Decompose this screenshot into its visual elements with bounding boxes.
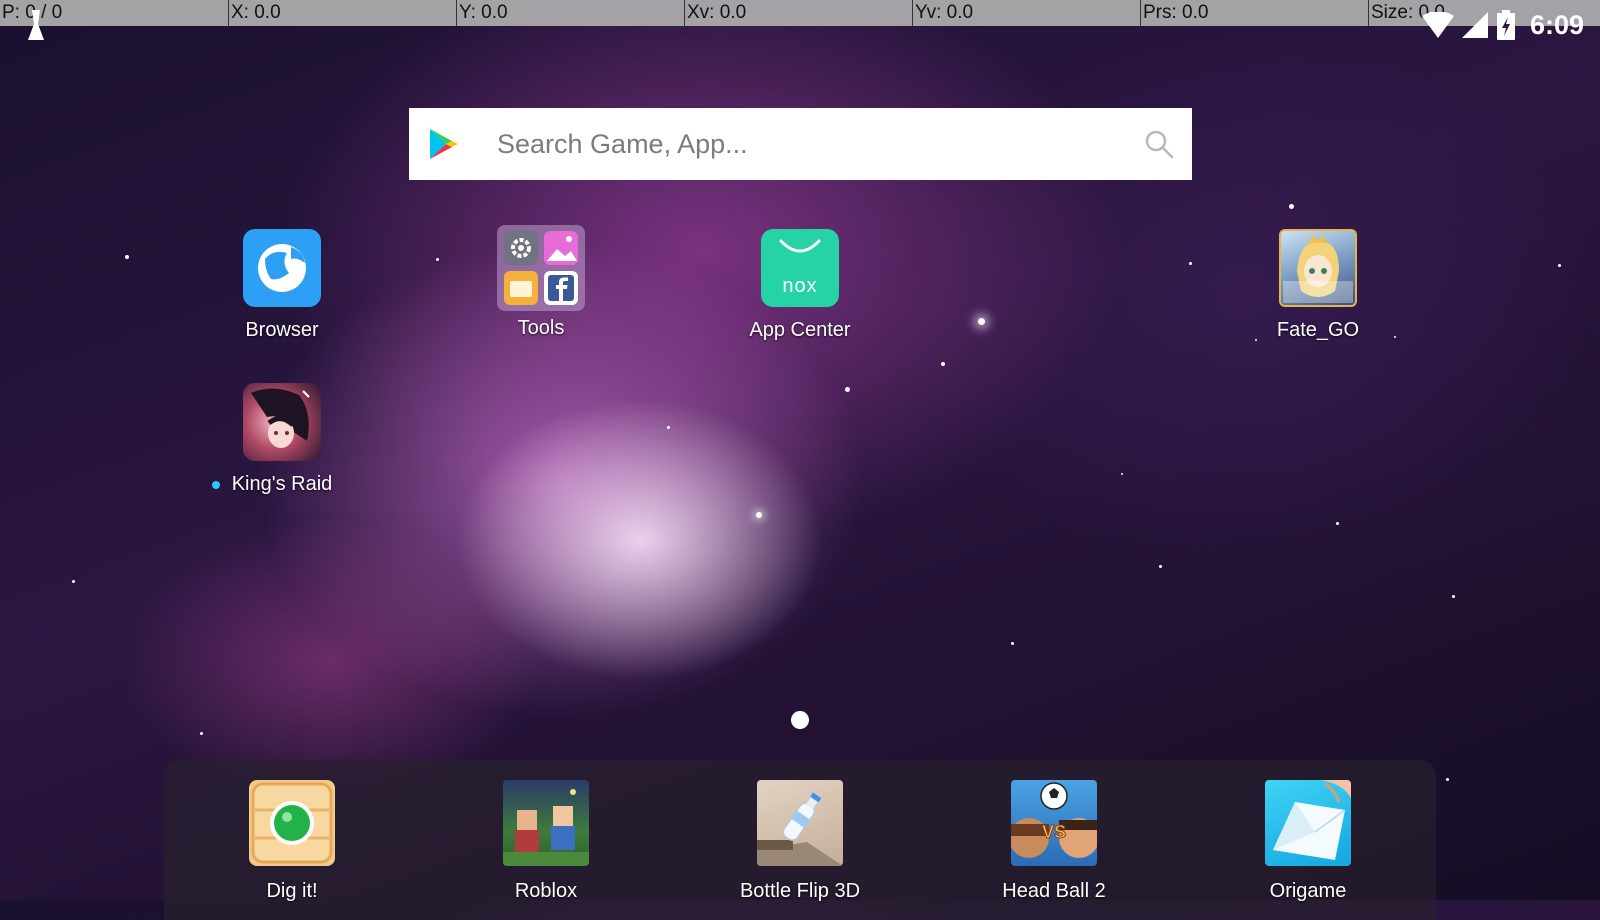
dock-app-roblox[interactable]: Roblox [446, 780, 646, 903]
app-app-center[interactable]: nox App Center [715, 229, 885, 342]
app-browser[interactable]: Browser [197, 229, 367, 342]
pointer-y-velocity: Yv: 0.0 [912, 0, 1140, 26]
file-manager-icon [504, 271, 538, 305]
status-bar: 6:09 [1421, 8, 1584, 42]
tools-folder-contents [504, 231, 578, 305]
gallery-icon [544, 231, 578, 265]
facebook-icon [544, 271, 578, 305]
wifi-icon [1421, 12, 1454, 38]
pointer-pressure: Prs: 0.0 [1140, 0, 1368, 26]
nox-logo-text: nox [782, 275, 818, 297]
origame-icon[interactable] [1265, 780, 1351, 866]
page-indicator-dot[interactable] [791, 711, 809, 729]
browser-icon[interactable] [243, 229, 321, 307]
app-tools-folder[interactable]: Tools [456, 225, 626, 340]
dock-app-bottle-flip[interactable]: Bottle Flip 3D [700, 780, 900, 903]
pointer-x: X: 0.0 [228, 0, 456, 26]
head-ball-icon[interactable]: VS [1011, 780, 1097, 866]
dig-it-icon[interactable] [249, 780, 335, 866]
pointer-x-velocity: Xv: 0.0 [684, 0, 912, 26]
app-label-kings-raid: King's Raid [211, 473, 333, 496]
app-kings-raid[interactable]: King's Raid [197, 383, 367, 496]
tools-folder-icon[interactable] [497, 225, 585, 311]
roblox-icon[interactable] [503, 780, 589, 866]
pointer-location-bar: P: 0 / 0 X: 0.0 Y: 0.0 Xv: 0.0 Yv: 0.0 P… [0, 0, 1600, 26]
app-label-browser: Browser [245, 319, 319, 341]
dock: Dig it! Roblox Bottle Flip 3D VS Head Ba… [164, 760, 1436, 920]
bottle-flip-icon[interactable] [757, 780, 843, 866]
nox-app-center-icon[interactable]: nox [761, 229, 839, 307]
settings-icon [504, 231, 538, 265]
touch-indicator-icon [28, 10, 44, 40]
battery-charging-icon [1496, 10, 1515, 40]
dock-app-origame[interactable]: Origame [1208, 780, 1408, 903]
signal-icon [1461, 12, 1488, 38]
dock-app-dig-it[interactable]: Dig it! [192, 780, 392, 903]
search-bar[interactable] [409, 108, 1192, 180]
status-time: 6:09 [1529, 9, 1584, 40]
pointer-y: Y: 0.0 [456, 0, 684, 26]
search-icon[interactable] [1144, 129, 1174, 159]
kings-raid-label-text: King's Raid [231, 473, 333, 495]
app-label-tools: Tools [517, 317, 565, 339]
svg-text:VS: VS [1042, 822, 1066, 842]
new-app-indicator [211, 481, 220, 489]
play-store-icon[interactable] [426, 127, 460, 161]
search-input[interactable] [497, 114, 1117, 174]
fate-go-icon[interactable] [1279, 229, 1357, 307]
app-label-app-center: App Center [749, 319, 851, 341]
app-fate-go[interactable]: Fate_GO [1233, 229, 1403, 342]
kings-raid-icon[interactable] [243, 383, 321, 461]
dock-app-head-ball[interactable]: VS Head Ball 2 [954, 780, 1154, 903]
app-label-fate-go: Fate_GO [1276, 319, 1360, 341]
